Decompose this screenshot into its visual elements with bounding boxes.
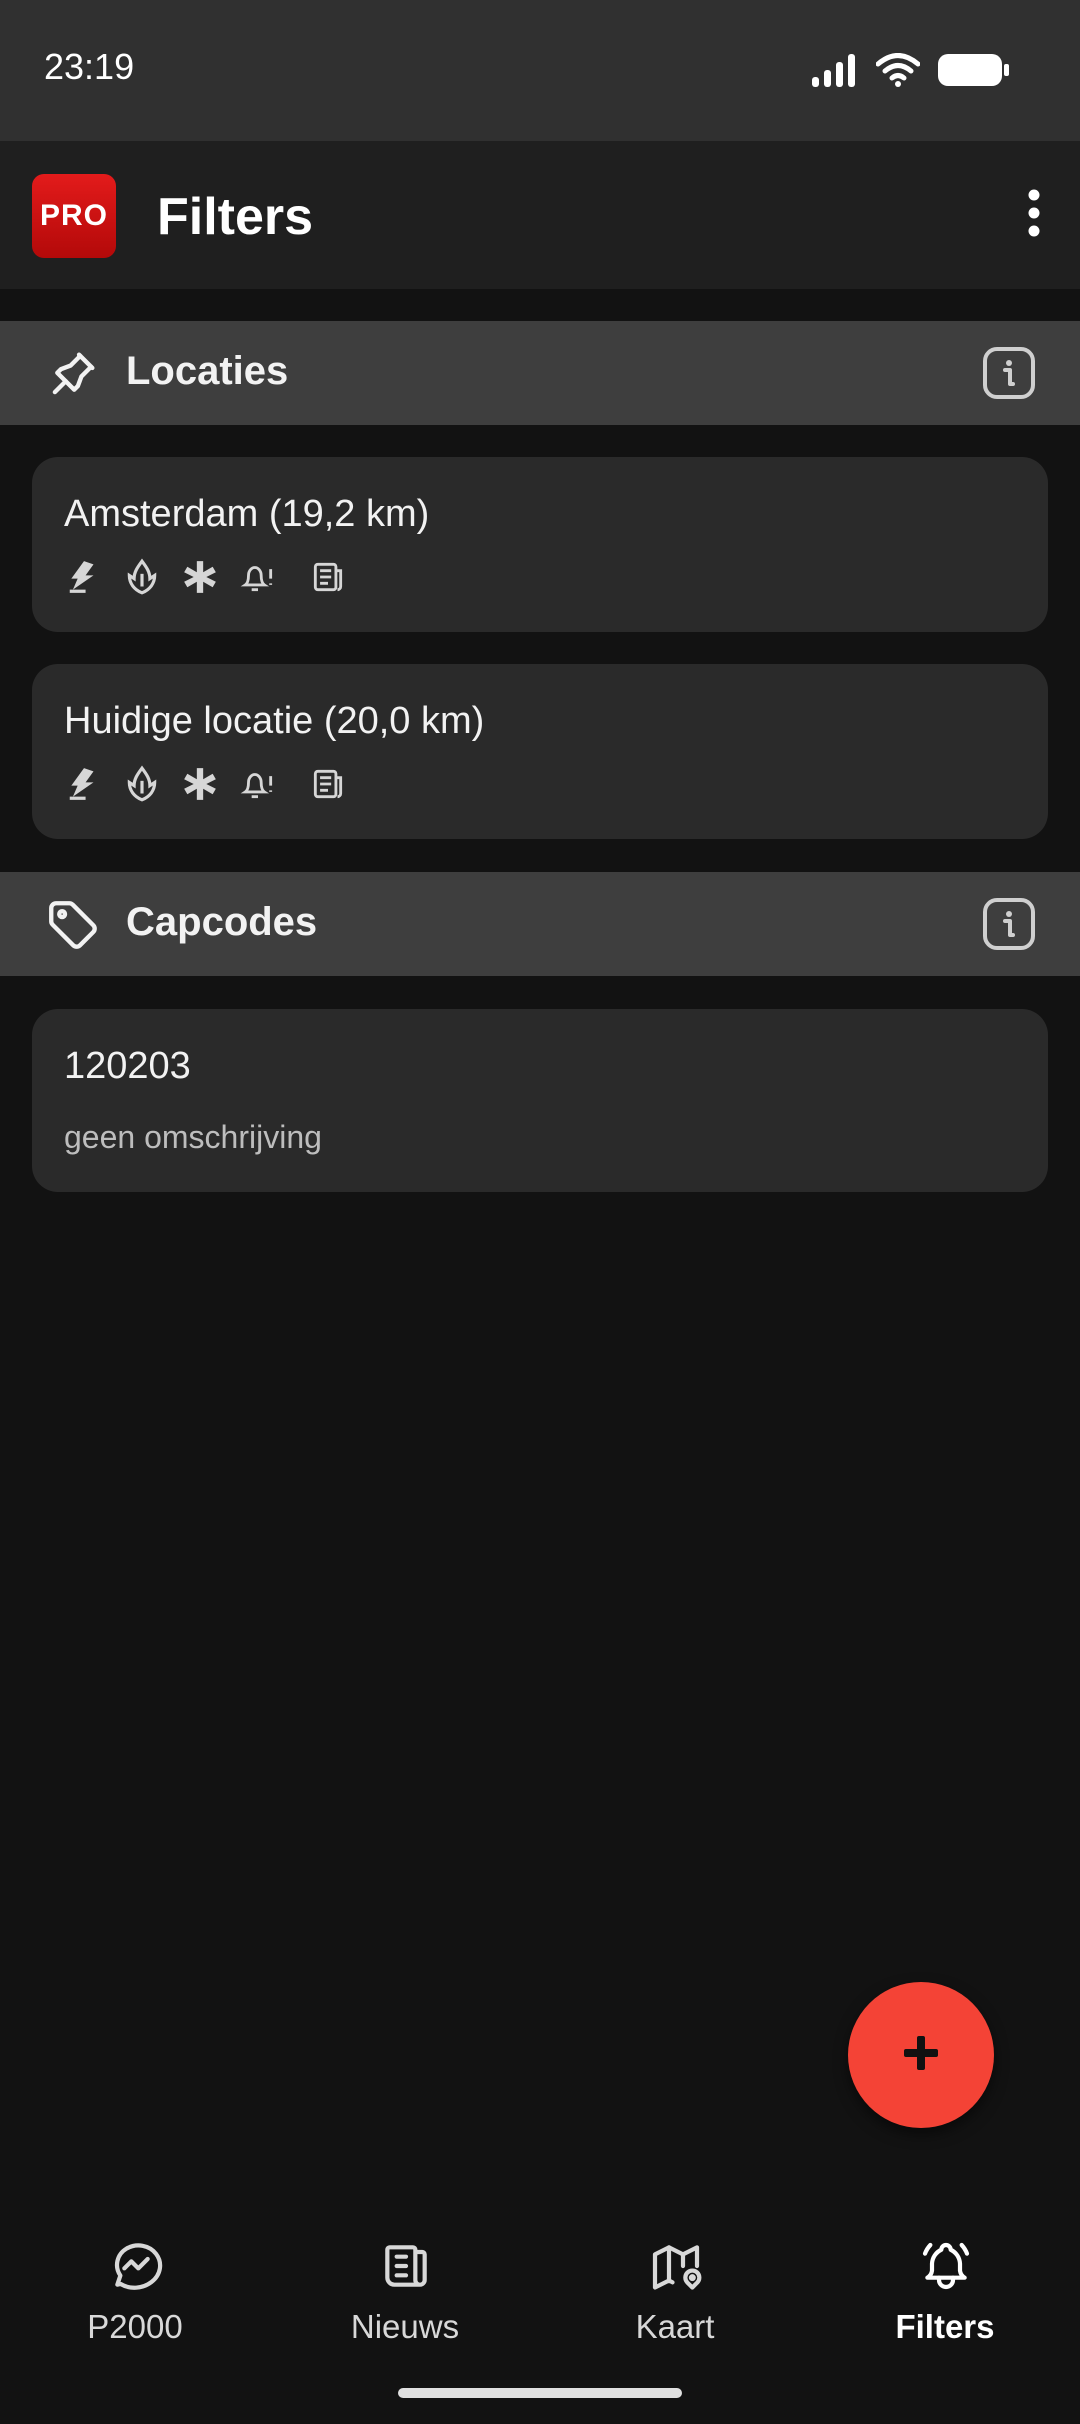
add-filter-button[interactable] [848,1982,994,2128]
location-card[interactable]: Huidige locatie (20,0 km) [32,664,1048,839]
ambulance-icon [180,764,220,804]
more-options-button[interactable] [998,179,1070,251]
section-title: Capcodes [126,900,318,944]
capcodes-info-button[interactable] [982,897,1036,951]
fire-brigade-icon [122,764,162,804]
nav-item-p2000[interactable]: P2000 [0,2212,270,2362]
alert-bell-icon [238,764,278,804]
newspaper-icon [378,2238,434,2294]
nav-label: Filters [895,2308,995,2345]
alert-bell-icon [238,557,278,597]
message-pulse-icon [108,2238,164,2294]
app-logo-text: PRO [39,199,108,232]
bell-ringing-icon [918,2238,974,2294]
news-icon [308,764,348,804]
nav-item-kaart[interactable]: Kaart [540,2212,810,2362]
capcode-card[interactable]: 120203 geen omschrijving [32,1009,1048,1192]
section-header-capcodes: Capcodes [0,872,1080,976]
nav-label: Kaart [635,2308,715,2345]
location-card-title: Huidige locatie (20,0 km) [64,700,485,742]
map-pin-icon [648,2238,704,2294]
battery-icon [938,53,1010,92]
location-card-title: Amsterdam (19,2 km) [64,493,430,535]
news-icon [308,557,348,597]
status-time: 23:19 [44,46,135,87]
app-bar: PRO Filters [0,141,1080,289]
service-icons [64,557,366,597]
nav-item-filters[interactable]: Filters [810,2212,1080,2362]
capcode-description: geen omschrijving [64,1119,322,1155]
fire-brigade-icon [122,557,162,597]
section-header-locaties: Locaties [0,321,1080,425]
police-icon [64,557,104,597]
nav-item-nieuws[interactable]: Nieuws [270,2212,540,2362]
police-icon [64,764,104,804]
app-logo: PRO [32,174,116,258]
more-vertical-icon [1026,189,1042,242]
wifi-icon [875,52,921,92]
status-icons [812,52,1010,92]
signal-icon [812,53,858,92]
location-card[interactable]: Amsterdam (19,2 km) [32,457,1048,632]
home-indicator[interactable] [398,2388,682,2398]
pin-icon [44,345,102,403]
capcode-number: 120203 [64,1045,191,1087]
section-title: Locaties [126,349,289,393]
tag-icon [44,896,102,954]
plus-icon [901,2033,941,2078]
service-icons [64,764,366,804]
status-bar: 23:19 [0,0,1080,141]
page-title: Filters [157,188,314,246]
ambulance-icon [180,557,220,597]
nav-label: Nieuws [350,2308,460,2345]
nav-label: P2000 [87,2308,183,2345]
locaties-info-button[interactable] [982,346,1036,400]
